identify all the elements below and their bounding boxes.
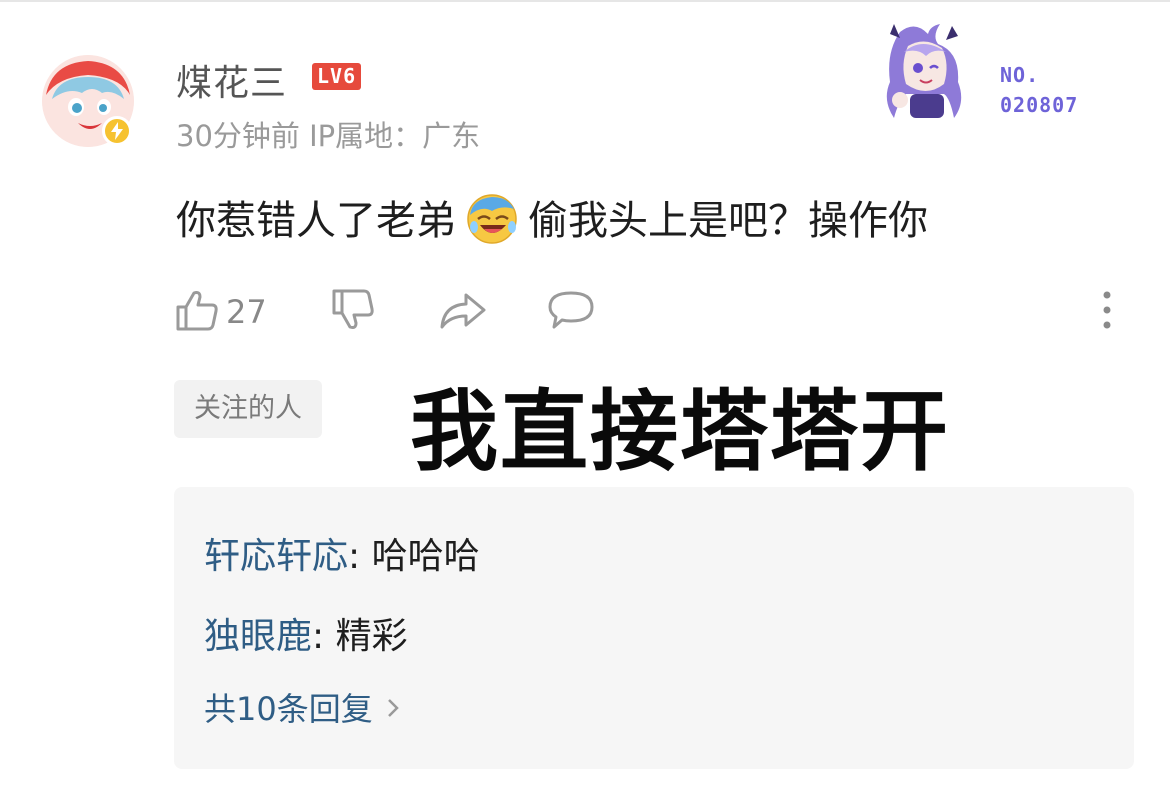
reply-author[interactable]: 独眼鹿 — [204, 616, 312, 657]
serial-label: NO. — [1000, 63, 1040, 87]
share-button[interactable] — [438, 287, 488, 337]
comment-action-bar: 27 — [174, 287, 1134, 337]
follow-tag: 关注的人 — [174, 380, 322, 438]
comment-meta: 30分钟前 IP属地：广东 — [176, 113, 480, 155]
thumbs-up-icon — [174, 287, 220, 337]
comment-text-part1: 你惹错人了老弟 — [176, 198, 456, 244]
level-badge: LV6 — [312, 63, 362, 90]
reply-separator: : — [348, 536, 372, 577]
sticker-serial: NO. 020807 — [1000, 60, 1078, 120]
reply-item[interactable]: 轩応轩応: 哈哈哈 — [204, 527, 480, 579]
reply-author[interactable]: 轩応轩応 — [204, 536, 348, 577]
share-icon — [438, 287, 488, 337]
like-button[interactable]: 27 — [174, 287, 267, 337]
comment-text-part2: 偷我头上是吧？操作你 — [528, 198, 928, 244]
anime-character-sticker — [870, 22, 980, 122]
ip-location: IP属地：广东 — [309, 119, 481, 153]
replies-panel: 轩応轩応: 哈哈哈 独眼鹿: 精彩 共10条回复 — [174, 487, 1134, 769]
thumbs-down-icon — [330, 287, 376, 337]
comment-text: 你惹错人了老弟 偷我头上是吧？操作你 — [176, 188, 928, 246]
serial-number: 020807 — [1000, 93, 1079, 117]
overlay-caption: 我直接塔塔开 — [410, 380, 951, 483]
verified-badge-icon — [102, 116, 132, 146]
dislike-button[interactable] — [330, 287, 376, 337]
like-count: 27 — [226, 293, 267, 331]
comment-time: 30分钟前 — [176, 119, 300, 153]
reply-text: 哈哈哈 — [371, 536, 480, 577]
chevron-right-icon — [387, 688, 399, 726]
more-options-button[interactable] — [1100, 287, 1114, 337]
username[interactable]: 煤花三 — [176, 54, 287, 106]
reply-text: 精彩 — [335, 616, 408, 657]
more-vertical-icon — [1100, 287, 1114, 337]
reply-separator: : — [312, 616, 336, 657]
reply-button[interactable] — [546, 287, 596, 337]
comment-icon — [546, 287, 596, 337]
view-all-replies-label: 共10条回复 — [204, 690, 373, 728]
reply-item[interactable]: 独眼鹿: 精彩 — [204, 607, 408, 659]
view-all-replies-link[interactable]: 共10条回复 — [204, 684, 399, 730]
laughing-crying-emoji-icon — [462, 189, 522, 245]
top-divider — [0, 0, 1170, 2]
